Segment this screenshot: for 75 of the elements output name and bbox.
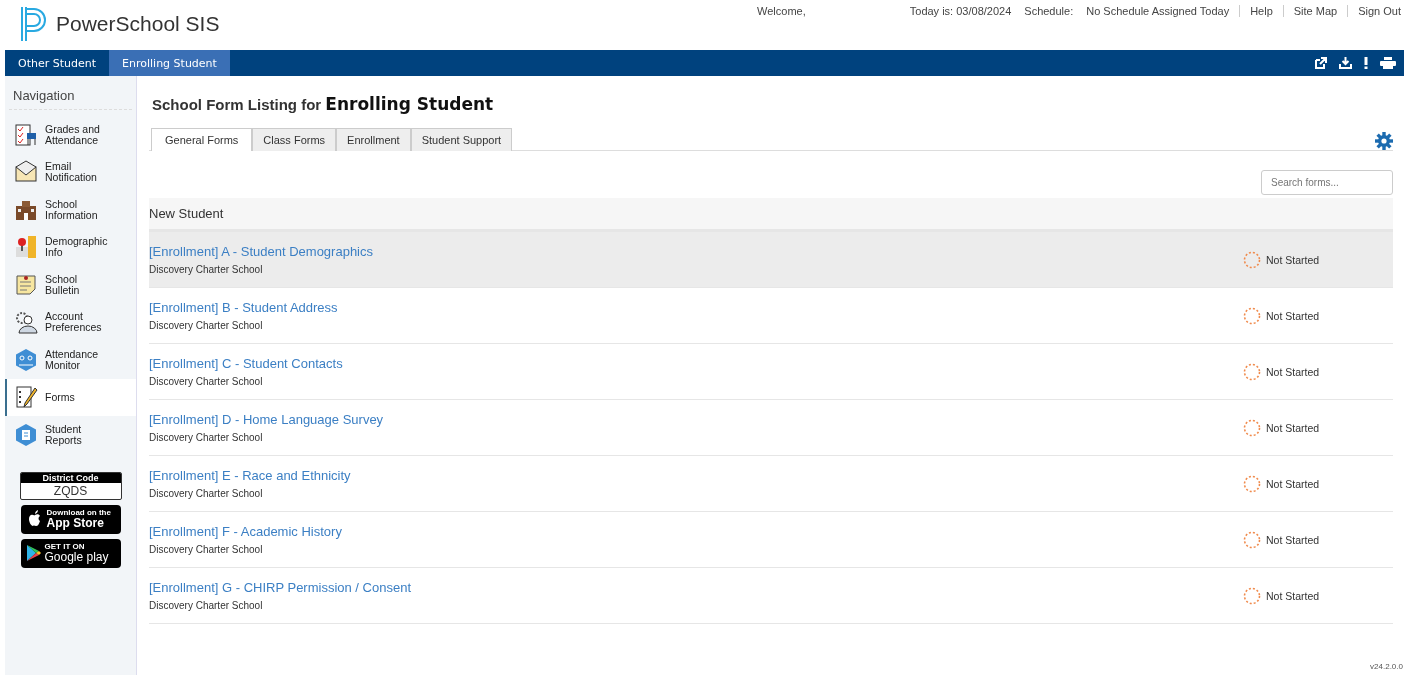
- status-text: Not Started: [1266, 533, 1320, 546]
- nav-item[interactable]: Forms: [5, 378, 136, 416]
- group-title: New Student: [149, 206, 224, 221]
- form-link[interactable]: [Enrollment] E - Race and Ethnicity: [149, 468, 351, 483]
- school-name: Discovery Charter School: [149, 600, 264, 611]
- people-hexagon-icon: [14, 347, 38, 372]
- pencil-form-icon: [14, 385, 38, 410]
- nav-item[interactable]: Demographic Info: [5, 228, 136, 266]
- page-title: School Form Listing for: [152, 96, 322, 113]
- search-field[interactable]: Search forms...: [1261, 170, 1393, 195]
- external-link-icon[interactable]: [1315, 57, 1327, 69]
- district-code-label: District Code: [20, 472, 121, 483]
- download-icon[interactable]: [1339, 57, 1352, 69]
- schedule-text: No Schedule Assigned Today: [1086, 5, 1230, 17]
- header-link[interactable]: Site Map: [1282, 5, 1338, 17]
- form-row[interactable]: [Enrollment] F - Academic History Discovery Charter School Not Started: [149, 512, 1393, 568]
- form-tab[interactable]: Class Forms: [252, 128, 337, 151]
- form-link[interactable]: [Enrollment] B - Student Address: [149, 300, 338, 315]
- google-play-badge[interactable]: GET IT ON Google play: [20, 538, 121, 568]
- app-store-badge[interactable]: Download on the App Store: [20, 504, 121, 534]
- nav-item[interactable]: Grades and Attendance: [5, 116, 136, 154]
- status-text: Not Started: [1266, 309, 1320, 322]
- school-name: Discovery Charter School: [149, 488, 264, 499]
- student-tab[interactable]: Other Student: [5, 50, 110, 76]
- form-tab[interactable]: General Forms: [151, 128, 253, 151]
- map-pin-icon: [14, 235, 38, 260]
- school-name: Discovery Charter School: [149, 544, 264, 555]
- student-tab[interactable]: Enrolling Student: [109, 50, 230, 76]
- alert-icon[interactable]: [1364, 57, 1368, 69]
- form-link[interactable]: [Enrollment] D - Home Language Survey: [149, 412, 384, 427]
- form-link[interactable]: [Enrollment] G - CHIRP Permission / Consent: [149, 580, 411, 595]
- school-name: Discovery Charter School: [149, 320, 264, 331]
- today-date: Today is: 03/08/2024: [909, 5, 1012, 17]
- print-icon[interactable]: [1380, 57, 1396, 69]
- district-code-value: ZQDS: [52, 482, 89, 499]
- form-link[interactable]: [Enrollment] C - Student Contacts: [149, 356, 343, 371]
- envelope-icon: [14, 160, 38, 185]
- status-text: Not Started: [1266, 421, 1320, 434]
- settings-icon[interactable]: [1375, 132, 1393, 150]
- header-link[interactable]: Help: [1239, 5, 1273, 17]
- status-text: Not Started: [1266, 365, 1320, 378]
- nav-item[interactable]: Attendance Monitor: [5, 341, 136, 379]
- nav-item[interactable]: School Bulletin: [5, 266, 136, 304]
- status-text: Not Started: [1266, 477, 1320, 490]
- nav-item[interactable]: Email Notification: [5, 153, 136, 191]
- nav-item[interactable]: School Information: [5, 191, 136, 229]
- form-link[interactable]: [Enrollment] F - Academic History: [149, 524, 342, 539]
- school-name: Discovery Charter School: [149, 264, 264, 275]
- navigation-title: Navigation: [9, 88, 132, 110]
- student-name: Enrolling Student: [325, 94, 494, 114]
- logo-icon: [20, 6, 48, 42]
- form-link[interactable]: [Enrollment] A - Student Demographics: [149, 244, 373, 259]
- form-row[interactable]: [Enrollment] C - Student Contacts Discovery Charter School Not Started: [149, 344, 1393, 400]
- form-row[interactable]: [Enrollment] B - Student Address Discovery Charter School Not Started: [149, 288, 1393, 344]
- welcome-text: Welcome,: [757, 5, 806, 17]
- school-name: Discovery Charter School: [149, 376, 264, 387]
- status-text: Not Started: [1266, 589, 1320, 602]
- form-tab[interactable]: Enrollment: [336, 128, 411, 151]
- bulletin-note-icon: [14, 272, 38, 297]
- product-name: PowerSchool SIS: [56, 12, 220, 36]
- checklist-icon: [14, 122, 38, 147]
- report-hexagon-icon: [14, 422, 38, 447]
- form-row[interactable]: [Enrollment] D - Home Language Survey Discovery Charter School Not Started: [149, 400, 1393, 456]
- nav-item[interactable]: Account Preferences: [5, 303, 136, 341]
- nav-item[interactable]: Student Reports: [5, 416, 136, 454]
- schedule-label: Schedule:: [1024, 5, 1074, 17]
- form-tab[interactable]: Student Support: [410, 128, 513, 151]
- form-row[interactable]: [Enrollment] G - CHIRP Permission / Consent Discovery Charter School Not Started: [149, 568, 1393, 624]
- status-text: Not Started: [1266, 253, 1320, 266]
- version-text: v24.2.0.0: [1370, 662, 1403, 671]
- header-link[interactable]: Sign Out: [1347, 5, 1401, 17]
- user-gear-icon: [14, 310, 38, 335]
- form-row[interactable]: [Enrollment] A - Student Demographics Discovery Charter School Not Started: [149, 232, 1393, 288]
- school-name: Discovery Charter School: [149, 432, 264, 443]
- form-row[interactable]: [Enrollment] E - Race and Ethnicity Discovery Charter School Not Started: [149, 456, 1393, 512]
